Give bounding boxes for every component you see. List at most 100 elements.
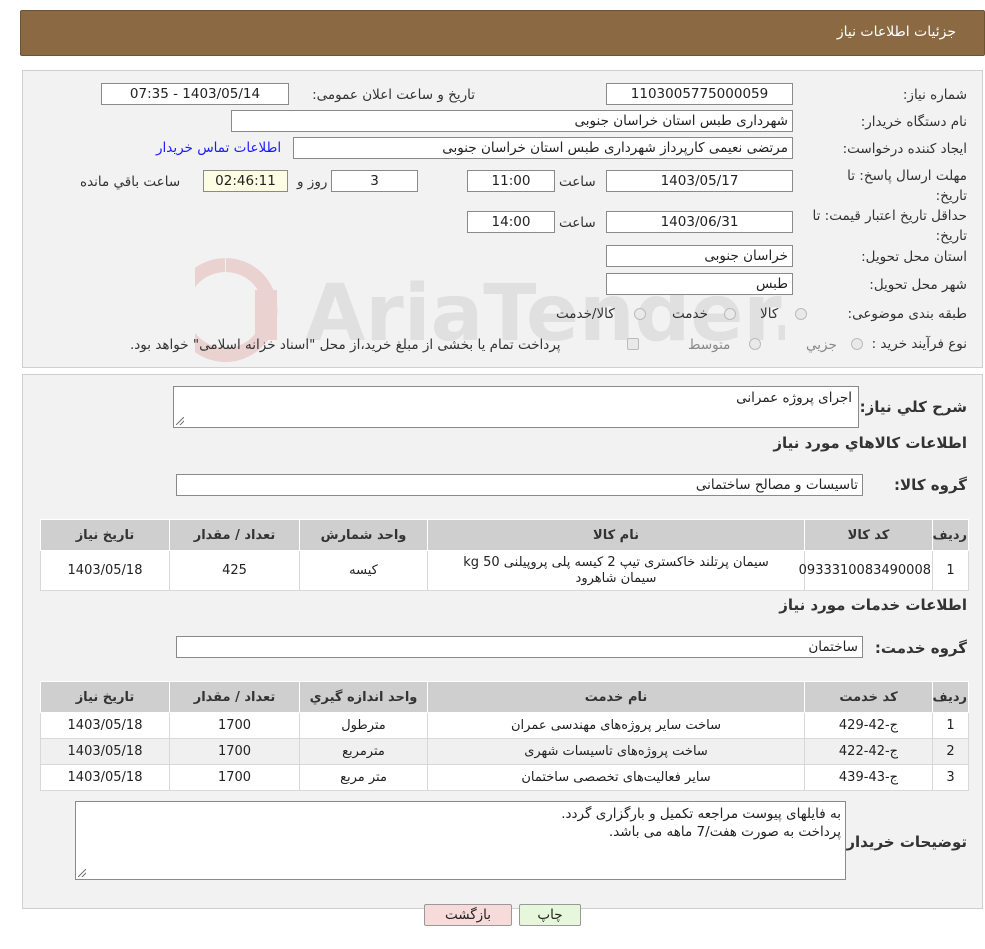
city-label: شهر محل تحویل: <box>869 277 967 293</box>
goods-name-line1: سیمان پرتلند خاکستری تیپ 2 کیسه پلی پروپ… <box>463 554 769 570</box>
row-index: 1 <box>932 550 969 591</box>
service-date: 1403/05/18 <box>40 712 170 739</box>
category-radio-goods[interactable] <box>795 308 807 320</box>
services-table: رديف كد خدمت نام خدمت واحد اندازه گيري ت… <box>40 681 969 791</box>
category-option-both: کالا/خدمت <box>556 306 615 322</box>
col-need-date: تاریخ نیاز <box>40 681 170 713</box>
service-date: 1403/05/18 <box>40 764 170 791</box>
services-group-field: ساختمان <box>176 636 863 658</box>
validity-time-label: ساعت <box>559 215 596 231</box>
service-code: ج-42-422 <box>804 738 933 765</box>
validity-time-field: 14:00 <box>467 211 555 233</box>
service-code: ج-42-429 <box>804 712 933 739</box>
purchase-radio-medium[interactable] <box>749 338 761 350</box>
goods-group-field: تاسیسات و مصالح ساختمانی <box>176 474 863 496</box>
summary-label: شرح كلي نياز: <box>859 398 967 416</box>
days-label: روز و <box>297 174 328 190</box>
goods-group-label: گروه كالا: <box>894 476 967 494</box>
back-button[interactable]: بازگشت <box>424 904 512 926</box>
resize-handle-icon[interactable] <box>78 869 86 877</box>
service-qty: 1700 <box>169 712 300 739</box>
purchase-option-medium: متوسط <box>688 337 731 353</box>
deadline-date-field: 1403/05/17 <box>606 170 793 192</box>
col-unit: واحد شمارش <box>299 519 428 551</box>
buyer-contact-link[interactable]: اطلاعات تماس خریدار <box>156 140 281 156</box>
buyer-org-field: شهرداری طبس استان خراسان جنوبی <box>231 110 793 132</box>
col-quantity: تعداد / مقدار <box>169 681 300 713</box>
treasury-checkbox[interactable] <box>627 338 639 350</box>
creator-field: مرتضی نعیمی کارپرداز شهرداری طبس استان خ… <box>293 137 793 159</box>
deadline-label: مهلت ارسال پاسخ: تا تاریخ: <box>847 168 967 204</box>
buyer-notes-textarea[interactable]: به فایلهای پیوست مراجعه تکمیل و بارگزاری… <box>75 801 846 880</box>
services-section-title: اطلاعات خدمات مورد نياز <box>779 596 967 614</box>
row-index: 3 <box>932 764 969 791</box>
category-option-goods: کالا <box>760 306 779 322</box>
page-header: جزئیات اطلاعات نیاز <box>20 10 985 56</box>
service-name: ساخت سایر پروژه‌های مهندسی عمران <box>427 712 805 739</box>
category-option-service: خدمت <box>672 306 708 322</box>
goods-name: سیمان پرتلند خاکستری تیپ 2 کیسه پلی پروپ… <box>427 550 805 591</box>
need-number-label: شماره نیاز: <box>902 87 967 103</box>
buyer-notes-line1: به فایلهای پیوست مراجعه تکمیل و بارگزاری… <box>561 806 841 822</box>
service-name: سایر فعالیت‌های تخصصی ساختمان <box>427 764 805 791</box>
province-label: استان محل تحویل: <box>861 249 967 265</box>
goods-name-line2: سیمان شاهرود <box>575 570 657 586</box>
buyer-notes-line2: پرداخت به صورت هفت/7 ماهه می باشد. <box>608 824 841 840</box>
service-unit: مترمربع <box>299 738 428 765</box>
col-row-number: رديف <box>932 519 969 551</box>
table-row: 3 ج-43-439 سایر فعالیت‌های تخصصی ساختمان… <box>40 764 969 791</box>
table-row: 1 0933310083490008 سیمان پرتلند خاکستری … <box>40 550 969 591</box>
row-index: 2 <box>932 738 969 765</box>
purchase-type-label: نوع فرآیند خرید : <box>871 336 967 352</box>
city-field: طبس <box>606 273 793 295</box>
summary-textarea[interactable]: اجرای پروژه عمرانی <box>173 386 859 428</box>
payment-note: پرداخت تمام یا بخشی از مبلغ خرید،از محل … <box>130 337 561 353</box>
col-row-number: رديف <box>932 681 969 713</box>
service-code: ج-43-439 <box>804 764 933 791</box>
remaining-time-field: 02:46:11 <box>203 170 288 192</box>
goods-table-header: رديف كد كالا نام كالا واحد شمارش تعداد /… <box>40 519 969 551</box>
buyer-notes-label: توضیحات خریدار: <box>840 833 967 851</box>
row-index: 1 <box>932 712 969 739</box>
deadline-time-label: ساعت <box>559 174 596 190</box>
buyer-org-label: نام دستگاه خریدار: <box>860 114 967 130</box>
purchase-radio-minor[interactable] <box>851 338 863 350</box>
announce-field: 1403/05/14 - 07:35 <box>101 83 289 105</box>
col-service-code: كد خدمت <box>804 681 933 713</box>
goods-section-title: اطلاعات كالاهاي مورد نياز <box>773 434 967 452</box>
print-button[interactable]: چاپ <box>519 904 581 926</box>
deadline-time-field: 11:00 <box>467 170 555 192</box>
validity-label: حداقل تاریخ اعتبار قیمت: تا تاریخ: <box>812 208 967 244</box>
col-need-date: تاریخ نیاز <box>40 519 170 551</box>
col-goods-name: نام كالا <box>427 519 805 551</box>
remaining-time-label: ساعت باقي مانده <box>80 174 181 190</box>
goods-date: 1403/05/18 <box>40 550 170 591</box>
col-service-name: نام خدمت <box>427 681 805 713</box>
goods-unit: کیسه <box>299 550 428 591</box>
category-label: طبقه بندی موضوعی: <box>847 306 967 322</box>
creator-label: ایجاد کننده درخواست: <box>842 141 967 157</box>
goods-code: 0933310083490008 <box>799 550 933 591</box>
validity-date-field: 1403/06/31 <box>606 211 793 233</box>
services-group-label: گروه خدمت: <box>874 639 967 657</box>
col-goods-code: كد كالا <box>804 519 933 551</box>
goods-table: رديف كد كالا نام كالا واحد شمارش تعداد /… <box>40 519 969 591</box>
service-unit: مترطول <box>299 712 428 739</box>
table-row: 2 ج-42-422 ساخت پروژه‌های تاسیسات شهری م… <box>40 738 969 765</box>
summary-text: اجرای پروژه عمرانی <box>736 390 852 406</box>
service-name: ساخت پروژه‌های تاسیسات شهری <box>427 738 805 765</box>
goods-qty: 425 <box>169 550 300 591</box>
category-radio-service[interactable] <box>724 308 736 320</box>
service-unit: متر مربع <box>299 764 428 791</box>
need-number-field: 1103005775000059 <box>606 83 793 105</box>
category-radio-both[interactable] <box>634 308 646 320</box>
service-date: 1403/05/18 <box>40 738 170 765</box>
days-field: 3 <box>331 170 418 192</box>
col-quantity: تعداد / مقدار <box>169 519 300 551</box>
col-measure-unit: واحد اندازه گيري <box>299 681 428 713</box>
service-qty: 1700 <box>169 764 300 791</box>
announce-label: تاریخ و ساعت اعلان عمومی: <box>312 87 475 103</box>
province-field: خراسان جنوبی <box>606 245 793 267</box>
services-table-header: رديف كد خدمت نام خدمت واحد اندازه گيري ت… <box>40 681 969 713</box>
resize-handle-icon[interactable] <box>176 417 184 425</box>
